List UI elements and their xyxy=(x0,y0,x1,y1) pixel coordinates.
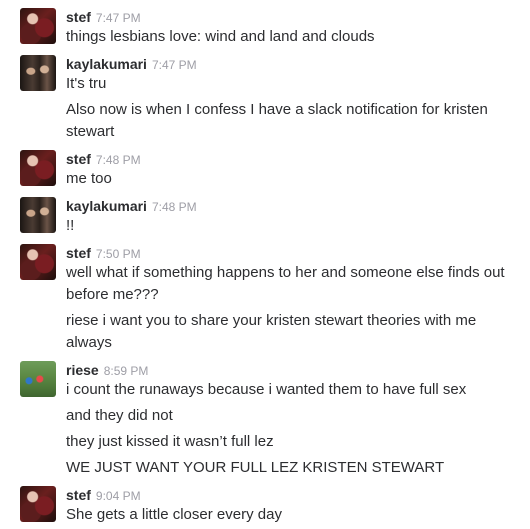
message-text: riese i want you to share your kristen s… xyxy=(66,312,477,351)
timestamp[interactable]: 7:47 PM xyxy=(152,58,197,72)
message-text: She gets a little closer every day xyxy=(66,506,282,523)
message-header: stef 9:04 PM xyxy=(66,486,141,504)
username[interactable]: stef xyxy=(66,9,91,25)
message-header: stef 7:48 PM xyxy=(66,150,141,168)
message-header: kaylakumari 7:48 PM xyxy=(66,197,197,215)
message-header: stef 7:50 PM xyxy=(66,244,141,262)
username[interactable]: stef xyxy=(66,245,91,261)
message-text: and they did not xyxy=(66,407,173,424)
username[interactable]: stef xyxy=(66,151,91,167)
message-text: me too xyxy=(66,170,112,187)
username[interactable]: kaylakumari xyxy=(66,198,147,214)
avatar[interactable] xyxy=(20,197,56,233)
message-header: kaylakumari 7:47 PM xyxy=(66,55,197,73)
avatar[interactable] xyxy=(20,244,56,280)
avatar[interactable] xyxy=(20,8,56,44)
message-text: things lesbians love: wind and land and … xyxy=(66,28,375,45)
timestamp[interactable]: 9:04 PM xyxy=(96,489,141,503)
timestamp[interactable]: 7:48 PM xyxy=(96,153,141,167)
message-header: riese 8:59 PM xyxy=(66,361,148,379)
username[interactable]: kaylakumari xyxy=(66,56,147,72)
avatar[interactable] xyxy=(20,486,56,522)
message-text: well what if something happens to her an… xyxy=(66,264,505,303)
avatar[interactable] xyxy=(20,361,56,397)
message-text: It's tru xyxy=(66,75,107,92)
message-text: WE JUST WANT YOUR FULL LEZ KRISTEN STEWA… xyxy=(66,459,445,476)
username[interactable]: riese xyxy=(66,362,99,378)
timestamp[interactable]: 7:47 PM xyxy=(96,11,141,25)
message-text: !! xyxy=(66,217,75,234)
message-text: they just kissed it wasn’t full lez xyxy=(66,433,274,450)
message-text: i count the runaways because i wanted th… xyxy=(66,381,467,398)
message-text: Also now is when I confess I have a slac… xyxy=(66,101,488,140)
avatar[interactable] xyxy=(20,55,56,91)
message-header: stef 7:47 PM xyxy=(66,8,141,26)
timestamp[interactable]: 7:50 PM xyxy=(96,247,141,261)
timestamp[interactable]: 8:59 PM xyxy=(104,364,149,378)
avatar[interactable] xyxy=(20,150,56,186)
username[interactable]: stef xyxy=(66,487,91,503)
timestamp[interactable]: 7:48 PM xyxy=(152,200,197,214)
